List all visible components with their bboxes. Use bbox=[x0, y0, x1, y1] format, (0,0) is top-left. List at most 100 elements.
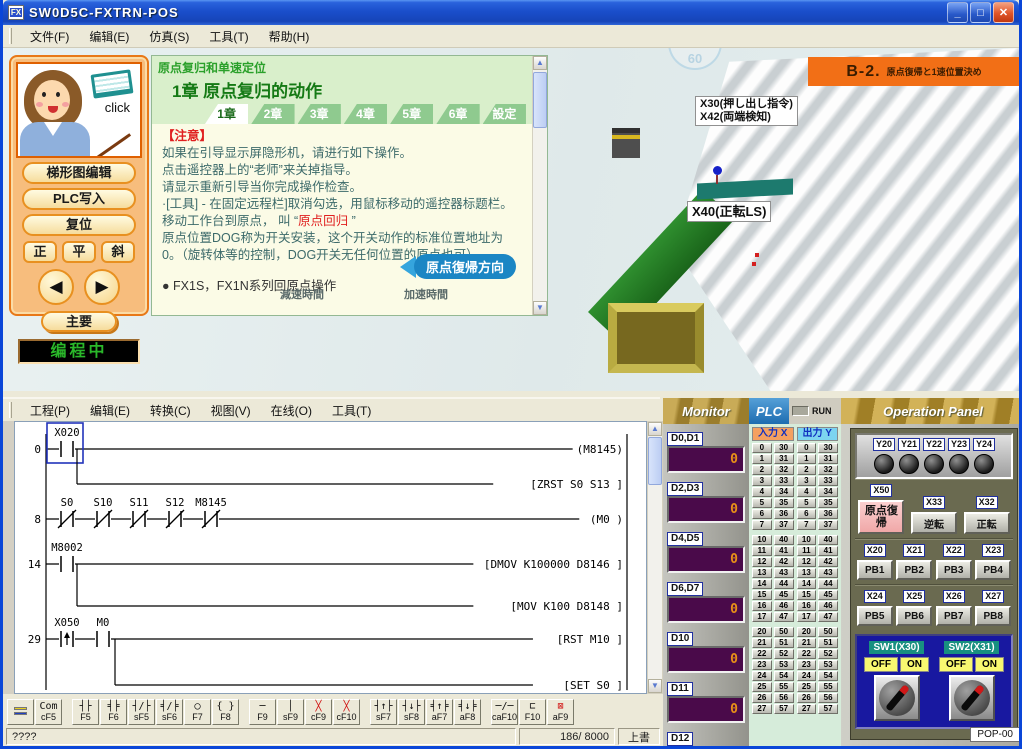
rotary-switch-knob[interactable] bbox=[949, 675, 995, 721]
y-bit-4[interactable]: 4 bbox=[797, 487, 817, 497]
y-bit-3[interactable]: 3 bbox=[797, 476, 817, 486]
x-bit-54[interactable]: 54 bbox=[774, 671, 794, 681]
tool-key-sF5-button[interactable]: ┤/├sF5 bbox=[128, 699, 155, 725]
y-bit-15[interactable]: 15 bbox=[797, 590, 817, 600]
ladder-menu-item-1[interactable]: 编辑(E) bbox=[80, 399, 140, 422]
ladder-scrollbar[interactable]: ▲ ▼ bbox=[647, 421, 663, 694]
push-button-PB7[interactable]: PB7 bbox=[936, 606, 972, 626]
tool-key-F8-button[interactable]: { }F8 bbox=[212, 699, 239, 725]
y-bit-0[interactable]: 0 bbox=[797, 443, 817, 453]
main-menu-item-0[interactable]: 文件(F) bbox=[20, 25, 79, 48]
x-bit-56[interactable]: 56 bbox=[774, 693, 794, 703]
maximize-button[interactable]: □ bbox=[970, 2, 991, 23]
y-bit-44[interactable]: 44 bbox=[818, 579, 838, 589]
y-bit-32[interactable]: 32 bbox=[818, 465, 838, 475]
y-bit-1[interactable]: 1 bbox=[797, 454, 817, 464]
y-bit-16[interactable]: 16 bbox=[797, 601, 817, 611]
y-bit-47[interactable]: 47 bbox=[818, 612, 838, 622]
y-bit-50[interactable]: 50 bbox=[818, 627, 838, 637]
main-menu-item-2[interactable]: 仿真(S) bbox=[139, 25, 199, 48]
ladder-menu-item-4[interactable]: 在线(O) bbox=[261, 399, 322, 422]
scroll-thumb[interactable] bbox=[533, 72, 547, 128]
y-bit-41[interactable]: 41 bbox=[818, 546, 838, 556]
x-bit-2[interactable]: 2 bbox=[752, 465, 772, 475]
push-button-PB8[interactable]: PB8 bbox=[975, 606, 1011, 626]
guide-scrollbar[interactable]: ▲ ▼ bbox=[532, 56, 547, 315]
main-menu-item-3[interactable]: 工具(T) bbox=[199, 25, 258, 48]
y-bit-13[interactable]: 13 bbox=[797, 568, 817, 578]
scroll-up-icon[interactable]: ▲ bbox=[533, 56, 547, 70]
y-bit-24[interactable]: 24 bbox=[797, 671, 817, 681]
x-bit-1[interactable]: 1 bbox=[752, 454, 772, 464]
x-bit-21[interactable]: 21 bbox=[752, 638, 772, 648]
x-bit-0[interactable]: 0 bbox=[752, 443, 772, 453]
y-bit-5[interactable]: 5 bbox=[797, 498, 817, 508]
x-bit-44[interactable]: 44 bbox=[774, 579, 794, 589]
y-bit-10[interactable]: 10 bbox=[797, 535, 817, 545]
next-arrow-button[interactable]: ▶ bbox=[84, 269, 120, 305]
tool-key-F7-button[interactable]: ◯F7 bbox=[184, 699, 211, 725]
x-bit-20[interactable]: 20 bbox=[752, 627, 772, 637]
x-bit-30[interactable]: 30 bbox=[774, 443, 794, 453]
x-bit-3[interactable]: 3 bbox=[752, 476, 772, 486]
ladder-menu-item-2[interactable]: 转换(C) bbox=[140, 399, 201, 422]
x-bit-25[interactable]: 25 bbox=[752, 682, 772, 692]
y-bit-43[interactable]: 43 bbox=[818, 568, 838, 578]
y-bit-51[interactable]: 51 bbox=[818, 638, 838, 648]
push-button-PB4[interactable]: PB4 bbox=[975, 560, 1011, 580]
scroll-thumb[interactable] bbox=[648, 437, 662, 485]
x-bit-31[interactable]: 31 bbox=[774, 454, 794, 464]
x-bit-57[interactable]: 57 bbox=[774, 704, 794, 714]
tool-key-sF7-button[interactable]: ┤↑├sF7 bbox=[370, 699, 397, 725]
remote-button-2[interactable]: 复位 bbox=[22, 214, 136, 236]
y-bit-14[interactable]: 14 bbox=[797, 579, 817, 589]
ladder-menu-item-3[interactable]: 视图(V) bbox=[201, 399, 261, 422]
x-bit-45[interactable]: 45 bbox=[774, 590, 794, 600]
x-bit-55[interactable]: 55 bbox=[774, 682, 794, 692]
tool-key-sF8-button[interactable]: ┤↓├sF8 bbox=[398, 699, 425, 725]
home-return-button[interactable]: 原点復帰 bbox=[858, 500, 904, 534]
y-bit-36[interactable]: 36 bbox=[818, 509, 838, 519]
mode-button-1[interactable]: 平 bbox=[62, 241, 96, 263]
x-bit-5[interactable]: 5 bbox=[752, 498, 772, 508]
y-bit-52[interactable]: 52 bbox=[818, 649, 838, 659]
push-button-PB3[interactable]: PB3 bbox=[936, 560, 972, 580]
x-bit-24[interactable]: 24 bbox=[752, 671, 772, 681]
x-bit-14[interactable]: 14 bbox=[752, 579, 772, 589]
tool-key-aF7-button[interactable]: ╡↑╞aF7 bbox=[426, 699, 453, 725]
x-bit-7[interactable]: 7 bbox=[752, 520, 772, 530]
y-bit-21[interactable]: 21 bbox=[797, 638, 817, 648]
y-bit-30[interactable]: 30 bbox=[818, 443, 838, 453]
remote-button-1[interactable]: PLC写入 bbox=[22, 188, 136, 210]
y-bit-42[interactable]: 42 bbox=[818, 557, 838, 567]
tool-key-F9-button[interactable]: ─F9 bbox=[249, 699, 276, 725]
x-bit-22[interactable]: 22 bbox=[752, 649, 772, 659]
y-bit-57[interactable]: 57 bbox=[818, 704, 838, 714]
x-bit-6[interactable]: 6 bbox=[752, 509, 772, 519]
x-bit-40[interactable]: 40 bbox=[774, 535, 794, 545]
x-bit-43[interactable]: 43 bbox=[774, 568, 794, 578]
y-bit-53[interactable]: 53 bbox=[818, 660, 838, 670]
ladder-canvas[interactable]: 0(M8145)X020[ZRST S0 S13 ]8(M0 )S0S10S11… bbox=[14, 421, 647, 694]
push-button-PB5[interactable]: PB5 bbox=[857, 606, 893, 626]
scroll-up-icon[interactable]: ▲ bbox=[648, 422, 662, 436]
x-bit-15[interactable]: 15 bbox=[752, 590, 772, 600]
tool-key-cF5-button[interactable]: ComcF5 bbox=[35, 699, 62, 725]
x-bit-51[interactable]: 51 bbox=[774, 638, 794, 648]
x-bit-35[interactable]: 35 bbox=[774, 498, 794, 508]
main-menu-item-1[interactable]: 编辑(E) bbox=[79, 25, 139, 48]
x-bit-16[interactable]: 16 bbox=[752, 601, 772, 611]
y-bit-56[interactable]: 56 bbox=[818, 693, 838, 703]
tool-key-F5-button[interactable]: ┤├F5 bbox=[72, 699, 99, 725]
x-bit-42[interactable]: 42 bbox=[774, 557, 794, 567]
y-bit-31[interactable]: 31 bbox=[818, 454, 838, 464]
x-bit-17[interactable]: 17 bbox=[752, 612, 772, 622]
y-bit-40[interactable]: 40 bbox=[818, 535, 838, 545]
tool-key-cF10-button[interactable]: ╳cF10 bbox=[333, 699, 360, 725]
remote-button-0[interactable]: 梯形图编辑 bbox=[22, 162, 136, 184]
y-bit-37[interactable]: 37 bbox=[818, 520, 838, 530]
y-bit-55[interactable]: 55 bbox=[818, 682, 838, 692]
y-bit-26[interactable]: 26 bbox=[797, 693, 817, 703]
tab-chapter-4[interactable]: 5章 bbox=[390, 104, 433, 124]
x-bit-34[interactable]: 34 bbox=[774, 487, 794, 497]
